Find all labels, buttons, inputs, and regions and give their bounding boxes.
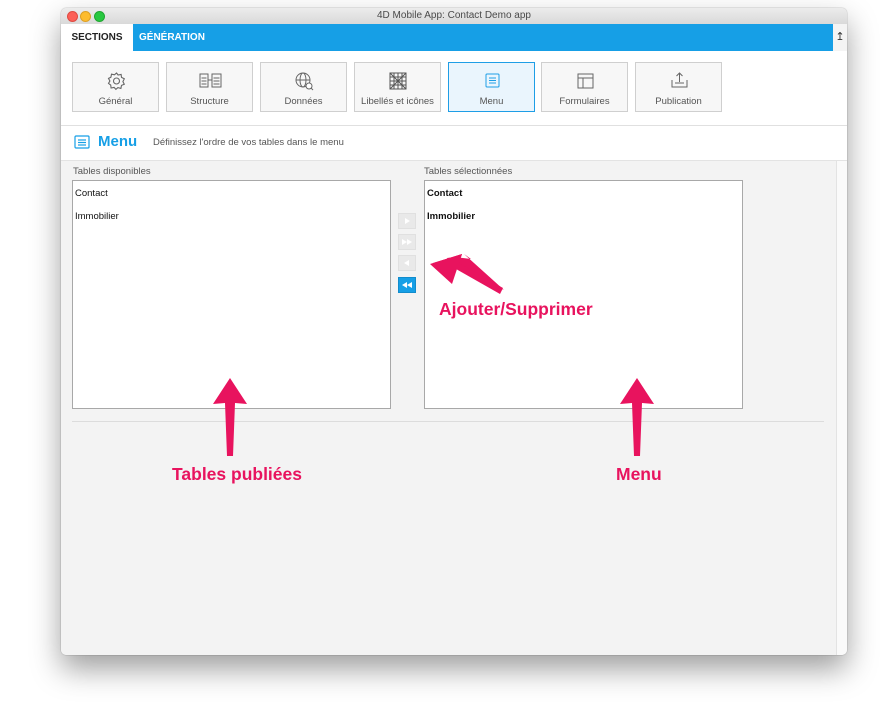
annotation-menu: Menu [616,464,662,484]
annotation-add-remove: Ajouter/Supprimer [439,299,593,319]
add-remove-arrow-shaft [433,254,503,294]
annotation-published-tables: Tables publiées [172,464,302,484]
